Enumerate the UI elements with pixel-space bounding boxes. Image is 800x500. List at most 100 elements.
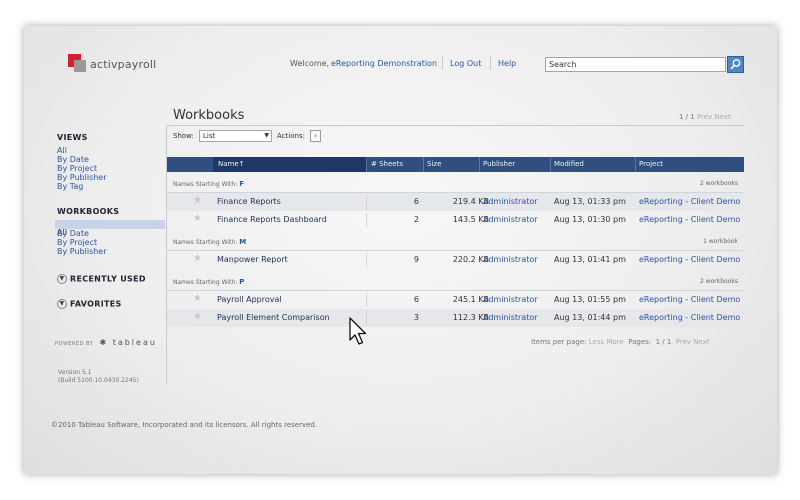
favorite-star-icon[interactable]: ★ [193, 294, 202, 304]
group-prefix: Names Starting With: [173, 181, 238, 188]
group-prefix: Names Starting With: [173, 239, 238, 246]
app-window: activpayroll Welcome, eReporting Demonst… [24, 26, 777, 474]
logo-text: activpayroll [90, 58, 157, 71]
show-label: Show: [173, 132, 194, 140]
project-link[interactable]: eReporting - Client Demo [639, 197, 740, 206]
publisher-link[interactable]: Administrator [483, 295, 538, 304]
workbook-name[interactable]: Payroll Element Comparison [217, 313, 330, 322]
workbooks-item-by-publisher[interactable]: By Publisher [57, 247, 107, 256]
table-row[interactable]: ★ Payroll Element Comparison 3 112.3 KB … [167, 309, 744, 327]
page-title: Workbooks [173, 108, 245, 123]
search-button[interactable] [727, 56, 744, 73]
version-line: Version 5.1 [58, 369, 92, 376]
workbooks-item-by-project[interactable]: By Project [57, 238, 97, 247]
table-header: Name↑ # Sheets Size Publisher Modified P… [167, 157, 744, 172]
actions-label: Actions: [277, 132, 305, 140]
recently-used-label: RECENTLY USED [70, 274, 146, 284]
publisher-link[interactable]: Administrator [483, 197, 538, 206]
workbooks-heading: WORKBOOKS [57, 207, 120, 216]
group-letter: P [239, 278, 245, 286]
table-row[interactable]: ★ Manpower Report 9 220.2 KB Administrat… [167, 251, 744, 269]
help-link[interactable]: Help [498, 59, 516, 68]
views-item-all[interactable]: All [57, 146, 67, 155]
table-row[interactable]: ★ Finance Reports Dashboard 2 143.5 KB A… [167, 211, 744, 229]
column-header-project[interactable]: Project [639, 160, 663, 168]
modified-date: Aug 13, 01:33 pm [554, 197, 626, 206]
project-link[interactable]: eReporting - Client Demo [639, 313, 740, 322]
modified-date: Aug 13, 01:44 pm [554, 313, 626, 322]
top-pager: 1 / 1 Prev Next [679, 113, 731, 121]
project-link[interactable]: eReporting - Client Demo [639, 255, 740, 264]
title-divider [167, 125, 744, 126]
version-info: Version 5.1 (Build 5100.10.0430.2245) [58, 369, 139, 385]
favorite-star-icon[interactable]: ★ [193, 312, 202, 322]
search-icon [730, 59, 741, 70]
show-select[interactable]: List ▼ [199, 130, 272, 142]
project-link[interactable]: eReporting - Client Demo [639, 215, 740, 224]
footer-pager: Items per page: Less More Pages: 1 / 1 P… [531, 338, 710, 346]
modified-date: Aug 13, 01:41 pm [554, 255, 626, 264]
next-link[interactable]: Next [693, 338, 709, 346]
group-letter: F [239, 180, 245, 188]
workbook-name[interactable]: Manpower Report [217, 255, 288, 264]
show-select-value: List [203, 132, 216, 140]
favorite-star-icon[interactable]: ★ [193, 254, 202, 264]
column-header-publisher[interactable]: Publisher [483, 160, 515, 168]
workbook-name[interactable]: Finance Reports [217, 197, 281, 206]
sheet-count: 6 [413, 295, 419, 304]
less-link[interactable]: Less [589, 338, 604, 346]
favorites-toggle[interactable]: ▼ FAVORITES [57, 299, 122, 309]
pages-label: Pages: [628, 338, 652, 346]
workbooks-item-by-date[interactable]: By Date [57, 229, 89, 238]
views-item-by-tag[interactable]: By Tag [57, 182, 83, 191]
workbook-name[interactable]: Payroll Approval [217, 295, 282, 304]
group-header-p: Names Starting With: P 2 workbooks [173, 278, 738, 286]
views-item-by-publisher[interactable]: By Publisher [57, 173, 107, 182]
powered-by-label: POWERED BY [55, 341, 94, 347]
column-header-sheets[interactable]: # Sheets [371, 160, 403, 168]
top-pager-prev[interactable]: Prev [697, 113, 712, 121]
mouse-pointer-icon [349, 317, 367, 345]
sheet-count: 2 [413, 215, 419, 224]
search-placeholder: Search [549, 60, 577, 69]
build-line: (Build 5100.10.0430.2245) [58, 377, 139, 384]
actions-button[interactable]: › [310, 130, 321, 142]
top-pager-next[interactable]: Next [714, 113, 730, 121]
publisher-link[interactable]: Administrator [483, 313, 538, 322]
sheet-count: 9 [413, 255, 419, 264]
table-row[interactable]: ★ Payroll Approval 6 245.1 KB Administra… [167, 291, 744, 309]
group-count: 1 workbook [703, 238, 738, 245]
dropdown-arrow-icon: ▼ [264, 132, 269, 139]
column-header-modified[interactable]: Modified [554, 160, 584, 168]
favorite-star-icon[interactable]: ★ [193, 196, 202, 206]
search-input[interactable]: Search [545, 57, 726, 72]
favorite-star-icon[interactable]: ★ [193, 214, 202, 224]
table-row[interactable]: ★ Finance Reports 6 219.4 KB Administrat… [167, 193, 744, 211]
logout-link[interactable]: Log Out [450, 59, 481, 68]
divider [442, 56, 443, 70]
project-link[interactable]: eReporting - Client Demo [639, 295, 740, 304]
publisher-link[interactable]: Administrator [483, 215, 538, 224]
workbooks-item-all-selected[interactable]: All [55, 220, 165, 237]
welcome-label: Welcome, [290, 59, 330, 68]
modified-date: Aug 13, 01:55 pm [554, 295, 626, 304]
copyright-text: ©2010 Tableau Software, Incorporated and… [51, 421, 318, 429]
prev-link[interactable]: Prev [676, 338, 691, 346]
views-heading: VIEWS [57, 133, 88, 142]
tableau-brand: tableau [112, 338, 157, 347]
sheet-count: 3 [413, 313, 419, 322]
workbook-name[interactable]: Finance Reports Dashboard [217, 215, 327, 224]
views-item-by-date[interactable]: By Date [57, 155, 89, 164]
group-letter: M [239, 238, 247, 246]
publisher-link[interactable]: Administrator [483, 255, 538, 264]
chevron-down-icon: ▼ [57, 299, 67, 309]
recently-used-toggle[interactable]: ▼ RECENTLY USED [57, 274, 146, 284]
more-link[interactable]: More [606, 338, 623, 346]
views-item-by-project[interactable]: By Project [57, 164, 97, 173]
pages-value: 1 / 1 [655, 338, 672, 346]
tableau-logo: ✱ tableau [99, 338, 156, 347]
column-header-size[interactable]: Size [427, 160, 441, 168]
logo-mark-icon [68, 54, 86, 72]
column-header-name[interactable]: Name↑ [218, 160, 245, 168]
user-name-link[interactable]: eReporting Demonstration [331, 59, 437, 68]
